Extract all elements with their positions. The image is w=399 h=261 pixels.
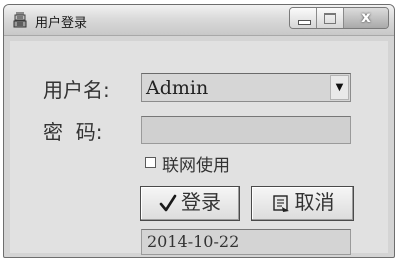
username-combobox[interactable]: Admin ▼ — [141, 73, 351, 102]
network-checkbox-label[interactable]: 联网使用 — [162, 151, 230, 176]
maximize-button[interactable] — [317, 8, 344, 28]
minimize-button[interactable] — [290, 8, 317, 28]
password-label: 密 码: — [43, 120, 103, 144]
maximize-icon — [324, 13, 336, 24]
cancel-button-label: 取消 — [294, 190, 335, 214]
network-checkbox[interactable] — [145, 157, 156, 168]
window-title: 用户登录 — [35, 16, 88, 31]
password-field[interactable] — [141, 116, 354, 145]
close-button[interactable]: x — [344, 8, 388, 28]
chevron-down-icon[interactable]: ▼ — [330, 75, 349, 100]
cancel-icon — [271, 187, 291, 227]
password-input[interactable] — [142, 117, 354, 145]
caption-buttons: x — [289, 7, 389, 29]
login-button-label: 登录 — [181, 190, 221, 214]
app-icon — [12, 11, 28, 29]
title-bar[interactable]: 用户登录 x — [4, 5, 394, 36]
login-form: 用户名: Admin ▼ 密 码: 联网使用 登录 取消 2014-10-22 — [10, 41, 388, 255]
username-label: 用户名: — [43, 78, 110, 102]
cancel-button[interactable]: 取消 — [251, 186, 354, 221]
login-button[interactable]: 登录 — [140, 186, 240, 221]
close-icon: x — [361, 8, 371, 26]
username-value: Admin — [146, 77, 209, 99]
date-display: 2014-10-22 — [141, 229, 351, 255]
checkmark-icon — [159, 187, 177, 227]
login-window: 用户登录 x 用户名: Admin ▼ 密 码: 联网使用 登录 取消 2014… — [3, 4, 395, 258]
minimize-icon — [298, 20, 311, 25]
